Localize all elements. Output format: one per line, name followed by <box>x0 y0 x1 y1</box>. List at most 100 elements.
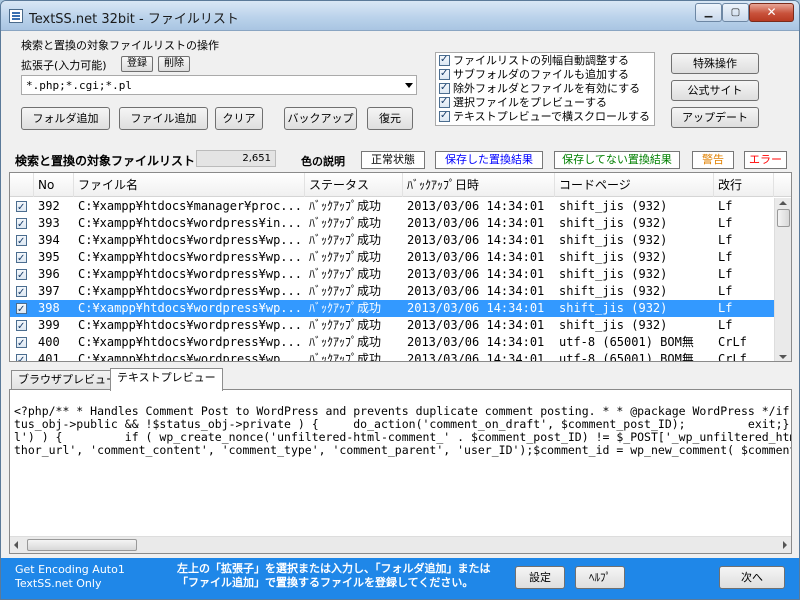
cell-no: 401 <box>38 352 60 362</box>
header-eol[interactable]: 改行 <box>714 173 774 197</box>
cell-date: 2013/03/06 14:34:01 <box>407 318 545 332</box>
delete-ext-button[interactable]: 削除 <box>158 56 190 72</box>
tab-text-preview[interactable]: テキストプレビュー <box>110 368 223 391</box>
cell-no: 396 <box>38 267 60 281</box>
window-title: TextSS.net 32bit - ファイルリスト <box>29 12 239 27</box>
table-row[interactable]: 396 C:¥xampp¥htdocs¥wordpress¥wp... ﾊﾞｯｸｱｯ… <box>10 266 774 284</box>
tab-browser-preview[interactable]: ブラウザプレビュー <box>11 370 124 390</box>
next-button[interactable]: 次へ <box>719 566 785 589</box>
scroll-thumb[interactable] <box>777 209 790 227</box>
cell-eol: Lf <box>718 318 733 332</box>
row-checkbox[interactable] <box>16 301 27 318</box>
row-checkbox[interactable] <box>16 352 27 361</box>
row-checkbox[interactable] <box>16 250 27 267</box>
header-status[interactable]: ステータス <box>305 173 403 197</box>
chevron-down-icon[interactable] <box>405 83 413 88</box>
header-check <box>10 173 34 197</box>
header-filename[interactable]: ファイル名 <box>74 173 305 197</box>
header-codepage[interactable]: コードページ <box>555 173 714 197</box>
row-checkbox[interactable] <box>16 216 27 233</box>
table-header: No ファイル名 ステータス ﾊﾞｯｸｱｯﾌﾟ日時 コードページ 改行 <box>10 173 791 197</box>
option-horizontal-scroll[interactable]: テキストプレビューで横スクロールする <box>439 109 650 124</box>
instruction-message: 左上の「拡張子」を選択または入力し、「フォルダ追加」または 「ファイル追加」で置… <box>177 562 491 589</box>
close-button[interactable]: ✕ <box>749 3 794 22</box>
option-enable-exclusions[interactable]: 除外フォルダとファイルを有効にする <box>439 81 640 96</box>
register-button[interactable]: 登録 <box>121 56 153 72</box>
scroll-up-icon[interactable] <box>779 201 787 205</box>
option-include-subfolders[interactable]: サブフォルダのファイルも追加する <box>439 67 629 82</box>
checkbox-icon[interactable] <box>439 95 450 109</box>
table-row[interactable]: 392 C:¥xampp¥htdocs¥manager¥proc... ﾊﾞｯｸｱｯ… <box>10 198 774 216</box>
table-row[interactable]: 400 C:¥xampp¥htdocs¥wordpress¥wp... ﾊﾞｯｸｱｯ… <box>10 334 774 352</box>
scroll-down-icon[interactable] <box>779 355 787 359</box>
row-checkbox[interactable] <box>16 233 27 250</box>
cell-file: C:¥xampp¥htdocs¥wordpress¥wp... <box>78 267 302 281</box>
cell-file: C:¥xampp¥htdocs¥wordpress¥wp... <box>78 233 302 247</box>
header-no[interactable]: No <box>34 173 74 197</box>
cell-date: 2013/03/06 14:34:01 <box>407 352 545 362</box>
cell-eol: Lf <box>718 233 733 247</box>
official-site-button[interactable]: 公式サイト <box>671 80 759 101</box>
option-auto-column-width[interactable]: ファイルリストの列幅自動調整する <box>439 53 629 68</box>
cell-date: 2013/03/06 14:34:01 <box>407 199 545 213</box>
cell-eol: CrLf <box>718 335 747 349</box>
legend-error: エラー <box>744 151 787 169</box>
settings-button[interactable]: 設定 <box>515 566 565 589</box>
scroll-right-icon[interactable] <box>783 541 787 549</box>
cell-no: 398 <box>38 301 60 315</box>
row-checkbox[interactable] <box>16 267 27 284</box>
cell-file: C:¥xampp¥htdocs¥wordpress¥in... <box>78 216 302 230</box>
checkbox-icon[interactable] <box>439 67 450 81</box>
checkbox-icon[interactable] <box>439 81 450 95</box>
table-row[interactable]: 393 C:¥xampp¥htdocs¥wordpress¥in... ﾊﾞｯｸｱｯ… <box>10 215 774 233</box>
update-button[interactable]: アップデート <box>671 107 759 128</box>
header-backup-date[interactable]: ﾊﾞｯｸｱｯﾌﾟ日時 <box>403 173 555 197</box>
cell-file: C:¥xampp¥htdocs¥wordpress¥wp... <box>78 318 302 332</box>
cell-date: 2013/03/06 14:34:01 <box>407 267 545 281</box>
cell-cp: utf-8 (65001) BOM無 <box>559 352 694 362</box>
cell-file: C:¥xampp¥htdocs¥wordpress¥wp... <box>78 284 302 298</box>
color-legend-label: 色の説明 <box>301 155 345 168</box>
cell-date: 2013/03/06 14:34:01 <box>407 301 545 315</box>
row-checkbox[interactable] <box>16 284 27 301</box>
table-row[interactable]: 401 C:¥xampp¥htdocs¥wordpress¥wp... ﾊﾞｯｸｱｯ… <box>10 351 774 362</box>
file-list-table[interactable]: No ファイル名 ステータス ﾊﾞｯｸｱｯﾌﾟ日時 コードページ 改行 392 C… <box>9 172 792 362</box>
encoding-status: Get Encoding Auto1 TextSS.net Only <box>15 563 125 590</box>
table-row[interactable]: 395 C:¥xampp¥htdocs¥wordpress¥wp... ﾊﾞｯｸｱｯ… <box>10 249 774 267</box>
table-row[interactable]: 398 C:¥xampp¥htdocs¥wordpress¥wp... ﾊﾞｯｸｱｯ… <box>10 300 774 318</box>
cell-no: 394 <box>38 233 60 247</box>
row-checkbox[interactable] <box>16 318 27 335</box>
cell-cp: shift_jis (932) <box>559 250 668 264</box>
cell-date: 2013/03/06 14:34:01 <box>407 284 545 298</box>
extension-combobox[interactable]: *.php;*.cgi;*.pl <box>21 75 417 95</box>
table-row[interactable]: 397 C:¥xampp¥htdocs¥wordpress¥wp... ﾊﾞｯｸｱｯ… <box>10 283 774 301</box>
add-folder-button[interactable]: フォルダ追加 <box>21 107 110 130</box>
row-checkbox[interactable] <box>16 199 27 216</box>
restore-button[interactable]: 復元 <box>367 107 413 130</box>
table-row[interactable]: 399 C:¥xampp¥htdocs¥wordpress¥wp... ﾊﾞｯｸｱｯ… <box>10 317 774 335</box>
maximize-button[interactable]: ▢ <box>722 3 749 22</box>
cell-cp: shift_jis (932) <box>559 284 668 298</box>
cell-file: C:¥xampp¥htdocs¥wordpress¥wp... <box>78 352 302 362</box>
cell-no: 400 <box>38 335 60 349</box>
preview-horizontal-scrollbar[interactable] <box>10 536 791 553</box>
row-checkbox[interactable] <box>16 335 27 352</box>
minimize-button[interactable]: ▁ <box>695 3 722 22</box>
cell-status: ﾊﾞｯｸｱｯﾌﾟ成功 <box>309 233 382 247</box>
scroll-thumb[interactable] <box>27 539 137 551</box>
backup-button[interactable]: バックアップ <box>284 107 357 130</box>
add-file-button[interactable]: ファイル追加 <box>119 107 208 130</box>
checkbox-icon[interactable] <box>439 53 450 67</box>
table-vertical-scrollbar[interactable] <box>774 198 791 361</box>
table-row[interactable]: 394 C:¥xampp¥htdocs¥wordpress¥wp... ﾊﾞｯｸｱｯ… <box>10 232 774 250</box>
clear-button[interactable]: クリア <box>215 107 263 130</box>
cell-eol: CrLf <box>718 352 747 362</box>
scroll-left-icon[interactable] <box>14 541 18 549</box>
text-preview-pane[interactable]: <?php/** * Handles Comment Post to WordP… <box>9 389 792 554</box>
cell-no: 397 <box>38 284 60 298</box>
special-ops-button[interactable]: 特殊操作 <box>671 53 759 74</box>
cell-cp: shift_jis (932) <box>559 267 668 281</box>
checkbox-icon[interactable] <box>439 109 450 123</box>
option-preview-selected[interactable]: 選択ファイルをプレビューする <box>439 95 607 110</box>
help-button[interactable]: ﾍﾙﾌﾟ <box>575 566 625 589</box>
